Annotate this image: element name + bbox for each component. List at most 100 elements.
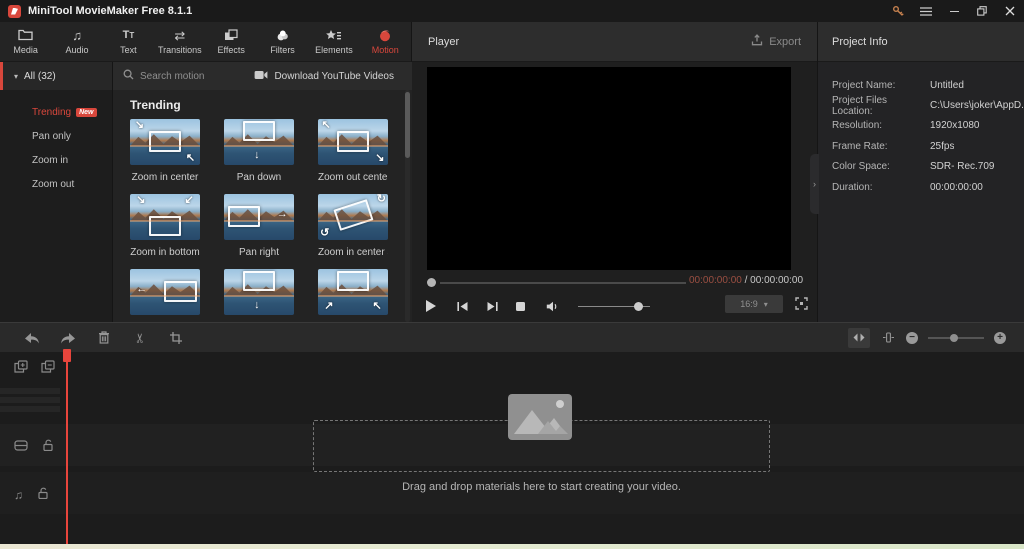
edit-tools: ✂ <box>24 330 184 346</box>
remove-track-button[interactable] <box>41 360 55 378</box>
zoom-out-button[interactable]: − <box>906 332 918 344</box>
fit-clip-button[interactable] <box>880 332 896 343</box>
lock-track-button[interactable] <box>38 486 48 504</box>
timeline-zoom-slider[interactable] <box>928 333 984 343</box>
search-input[interactable] <box>140 71 240 82</box>
video-clip-icon <box>14 438 28 456</box>
media-icon <box>18 28 33 42</box>
tab-text[interactable]: TTText <box>103 22 154 61</box>
panel-collapse-handle[interactable]: › <box>810 154 819 214</box>
motion-item[interactable]: ← <box>130 269 200 322</box>
motion-item[interactable]: ↘↖Zoom in center <box>130 119 200 183</box>
motion-item[interactable]: → Pan right <box>224 194 294 258</box>
motion-arrow-icon: ↖ <box>186 153 195 164</box>
main-area: Media♫AudioTTText⇄TransitionsEffectsFilt… <box>0 22 1024 322</box>
play-button[interactable] <box>426 300 456 312</box>
redo-button[interactable] <box>60 332 76 344</box>
fit-timeline-button[interactable] <box>848 328 870 348</box>
motion-thumbnail[interactable]: ↗↖ <box>318 269 388 315</box>
motion-thumbnail[interactable]: ↖↘ <box>318 119 388 165</box>
motion-arrow-icon: → <box>277 209 288 220</box>
speaker-icon <box>546 301 559 312</box>
stop-button[interactable] <box>516 302 546 311</box>
split-button[interactable]: ✂ <box>132 330 148 346</box>
delete-button[interactable] <box>96 331 112 344</box>
ribbon-tabbar: Media♫AudioTTText⇄TransitionsEffectsFilt… <box>0 22 412 62</box>
motion-thumbnail[interactable]: ↘↖ <box>130 119 200 165</box>
minimize-button[interactable] <box>940 0 968 22</box>
sidebar-item-label: Pan only <box>32 131 71 142</box>
crop-button[interactable] <box>168 332 184 344</box>
tab-effects[interactable]: Effects <box>206 22 257 61</box>
video-preview <box>427 67 791 270</box>
undo-button[interactable] <box>24 332 40 344</box>
motion-arrow-icon: ↓ <box>254 150 260 161</box>
zoom-in-button[interactable]: + <box>994 332 1006 344</box>
export-button[interactable]: Export <box>751 34 801 49</box>
motion-item-label: Zoom in bottom <box>130 247 200 258</box>
tab-elements[interactable]: Elements <box>308 22 359 61</box>
aspect-ratio-dropdown[interactable]: 16:9 ▾ <box>725 295 783 313</box>
motion-item[interactable]: ↻↺Zoom in center and r... <box>318 194 388 258</box>
tab-transitions[interactable]: ⇄Transitions <box>154 22 205 61</box>
next-frame-button[interactable] <box>486 301 516 312</box>
motion-thumbnail[interactable]: ↓ <box>224 119 294 165</box>
motion-item[interactable]: ↓ <box>224 269 294 322</box>
add-track-button[interactable] <box>14 360 28 378</box>
license-key-icon[interactable] <box>884 0 912 22</box>
scrollbar-thumb[interactable] <box>405 92 410 158</box>
lock-track-button[interactable] <box>43 438 53 456</box>
previous-frame-icon <box>456 301 469 312</box>
motion-thumbnail[interactable]: ↘↙ <box>130 194 200 240</box>
playhead-line[interactable] <box>66 352 68 544</box>
overlay-track-strip <box>0 388 60 394</box>
project-info-label: Project Name: <box>818 80 930 91</box>
menu-icon[interactable] <box>912 0 940 22</box>
volume-handle[interactable] <box>634 302 643 311</box>
download-youtube-button[interactable]: Download YouTube Videos <box>254 70 394 83</box>
sidebar-item-pan-only[interactable]: Pan only <box>0 124 112 148</box>
export-label: Export <box>769 36 801 48</box>
tab-motion[interactable]: Motion <box>360 22 411 61</box>
previous-frame-button[interactable] <box>456 301 486 312</box>
timeline-area[interactable]: ♫ Drag and drop materials here to start … <box>0 352 1024 544</box>
overlay-track-strip <box>0 406 60 412</box>
download-youtube-label: Download YouTube Videos <box>274 71 394 82</box>
audio-track[interactable]: ♫ <box>0 472 1024 514</box>
effects-icon <box>224 28 238 42</box>
seek-track[interactable] <box>440 282 686 284</box>
scrollbar[interactable] <box>405 90 410 322</box>
sidebar-item-zoom-out[interactable]: Zoom out <box>0 172 112 196</box>
sidebar-item-trending[interactable]: TrendingNew <box>0 100 112 124</box>
player-title: Player <box>428 36 459 48</box>
motion-thumbnail[interactable]: ↻↺ <box>318 194 388 240</box>
volume-button[interactable] <box>546 301 576 312</box>
motion-item[interactable]: ↓Pan down <box>224 119 294 183</box>
motion-item[interactable]: ↗↖ <box>318 269 388 322</box>
tab-filters[interactable]: Filters <box>257 22 308 61</box>
motion-thumbnail[interactable]: ← <box>130 269 200 315</box>
motion-item[interactable]: ↘↙ Zoom in bottom <box>130 194 200 258</box>
motion-arrow-icon: ← <box>136 284 147 295</box>
category-group-header[interactable]: ▾ All (32) <box>0 62 112 90</box>
sidebar-item-zoom-in[interactable]: Zoom in <box>0 148 112 172</box>
playhead-handle[interactable] <box>63 349 71 362</box>
tab-media[interactable]: Media <box>0 22 51 61</box>
tab-audio[interactable]: ♫Audio <box>51 22 102 61</box>
motion-item[interactable]: ↖↘Zoom out center <box>318 119 388 183</box>
project-info-label: Color Space: <box>818 161 930 172</box>
close-button[interactable] <box>996 0 1024 22</box>
audio-icon: ♫ <box>72 28 82 42</box>
motion-thumbnail[interactable]: ↓ <box>224 269 294 315</box>
fullscreen-icon <box>795 297 808 310</box>
motion-frame-overlay <box>149 131 181 151</box>
maximize-button[interactable] <box>968 0 996 22</box>
motion-thumbnail[interactable]: → <box>224 194 294 240</box>
seek-handle[interactable] <box>427 278 436 287</box>
volume-slider[interactable] <box>578 300 658 312</box>
fullscreen-button[interactable] <box>795 297 808 315</box>
project-info-row: Project Files Location:C:\Users\joker\Ap… <box>818 95 1024 115</box>
sidebar-item-label: Zoom in <box>32 155 68 166</box>
zoom-slider-handle[interactable] <box>950 334 958 342</box>
motion-item-label: Pan right <box>224 247 294 258</box>
